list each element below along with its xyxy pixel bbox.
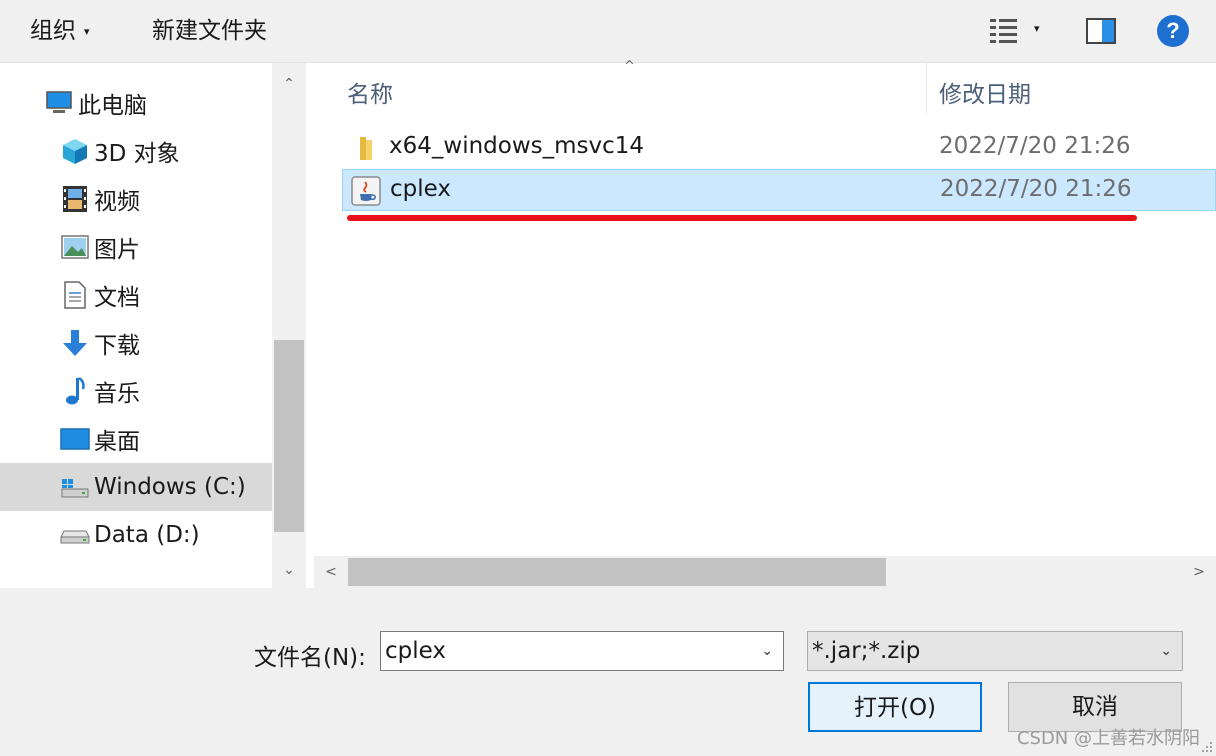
scrollbar-thumb[interactable] — [348, 558, 886, 586]
navigation-pane: 此电脑 3D 对象 视频 图片 文档 下载 音乐 桌面 Windows (C:)… — [0, 63, 306, 588]
file-row-cplex[interactable]: cplex 2022/7/20 21:26 — [342, 169, 1216, 211]
new-folder-button[interactable]: 新建文件夹 — [152, 14, 267, 48]
file-date: 2022/7/20 21:26 — [939, 133, 1131, 159]
cube-3d-icon — [60, 136, 90, 166]
nav-item-documents[interactable]: 文档 — [0, 271, 272, 319]
chevron-down-icon[interactable]: ⌄ — [761, 632, 773, 670]
red-annotation-underline — [347, 215, 1137, 221]
nav-item-label: 音乐 — [94, 381, 140, 407]
nav-item-label: 图片 — [94, 237, 140, 263]
file-type-select[interactable]: *.jar;*.zip ⌄ — [807, 631, 1183, 671]
nav-item-label: 视频 — [94, 189, 140, 215]
filename-label: 文件名(N): — [254, 645, 366, 671]
java-jar-icon — [351, 176, 381, 206]
scroll-right-icon[interactable]: > — [1182, 556, 1216, 588]
file-list: ^ 名称 修改日期 x64_windows_msvc14 2022/7/20 2… — [314, 59, 1216, 588]
sort-ascending-icon: ^ — [624, 59, 635, 74]
download-icon — [60, 328, 90, 358]
nav-item-label: 下载 — [94, 333, 140, 359]
file-row-x64-windows-msvc14[interactable]: x64_windows_msvc14 2022/7/20 21:26 — [342, 127, 1216, 169]
preview-pane-icon[interactable] — [1086, 18, 1116, 44]
column-header-name[interactable]: 名称 — [347, 75, 393, 109]
column-header-date-modified[interactable]: 修改日期 — [939, 75, 1031, 109]
file-name: cplex — [390, 176, 451, 202]
nav-item-3d-objects[interactable]: 3D 对象 — [0, 127, 272, 175]
video-icon — [60, 184, 90, 214]
windows-drive-icon — [60, 472, 90, 502]
toolbar: 组织 ▾ 新建文件夹 ▾ ? — [0, 0, 1216, 63]
filename-value: cplex — [385, 638, 446, 664]
music-icon — [60, 376, 90, 406]
organize-label: 组织 — [30, 18, 76, 44]
nav-vertical-scrollbar[interactable]: ⌃ ⌄ — [272, 63, 306, 588]
nav-item-desktop[interactable]: 桌面 — [0, 415, 272, 463]
nav-item-label: 3D 对象 — [94, 141, 180, 167]
scroll-up-icon[interactable]: ⌃ — [272, 67, 306, 101]
nav-item-music[interactable]: 音乐 — [0, 367, 272, 415]
file-date: 2022/7/20 21:26 — [940, 176, 1132, 202]
desktop-icon — [60, 424, 90, 454]
nav-item-label: 桌面 — [94, 429, 140, 455]
filename-input[interactable]: cplex ⌄ — [380, 631, 784, 671]
chevron-down-icon: ▾ — [84, 24, 90, 38]
nav-item-label: Windows (C:) — [94, 474, 246, 500]
file-name: x64_windows_msvc14 — [389, 133, 645, 159]
folder-icon — [360, 137, 372, 160]
view-options-chevron-icon[interactable]: ▾ — [1034, 22, 1040, 35]
nav-item-label: 文档 — [94, 285, 140, 311]
file-list-horizontal-scrollbar[interactable]: < > — [314, 556, 1216, 588]
scrollbar-thumb[interactable] — [274, 340, 304, 532]
help-button[interactable]: ? — [1157, 15, 1189, 47]
column-header-row: ^ 名称 修改日期 — [314, 59, 1216, 117]
pane-divider[interactable] — [306, 63, 314, 588]
nav-item-windows-c[interactable]: Windows (C:) — [0, 463, 272, 511]
nav-item-label: Data (D:) — [94, 522, 200, 548]
document-icon — [60, 280, 90, 310]
resize-grip-icon[interactable] — [1200, 740, 1214, 754]
organize-button[interactable]: 组织 ▾ — [30, 14, 90, 49]
open-button[interactable]: 打开(O) — [808, 682, 982, 732]
nav-item-this-pc[interactable]: 此电脑 — [0, 79, 272, 127]
drive-icon — [60, 520, 90, 550]
chevron-down-icon: ⌄ — [1160, 643, 1172, 659]
column-divider[interactable] — [926, 63, 927, 113]
nav-item-pictures[interactable]: 图片 — [0, 223, 272, 271]
watermark: CSDN @上善若水阴阳 — [1016, 728, 1200, 749]
view-details-icon[interactable] — [988, 16, 1020, 46]
computer-icon — [44, 88, 74, 118]
nav-item-downloads[interactable]: 下载 — [0, 319, 272, 367]
picture-icon — [60, 232, 90, 262]
file-type-value: *.jar;*.zip — [812, 638, 921, 664]
nav-item-data-d[interactable]: Data (D:) — [0, 511, 272, 559]
nav-item-videos[interactable]: 视频 — [0, 175, 272, 223]
scroll-left-icon[interactable]: < — [314, 556, 348, 588]
nav-item-label: 此电脑 — [78, 93, 147, 119]
scroll-down-icon[interactable]: ⌄ — [272, 553, 306, 587]
dialog-footer: 文件名(N): cplex ⌄ *.jar;*.zip ⌄ 打开(O) 取消 C… — [0, 588, 1216, 756]
